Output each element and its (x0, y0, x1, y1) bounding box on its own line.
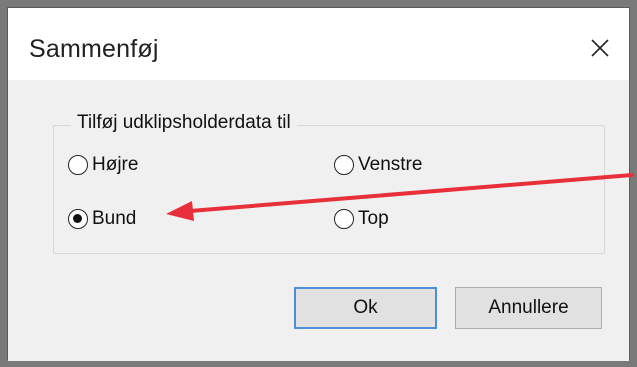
radio-venstre[interactable]: Venstre (334, 154, 422, 176)
group-label: Tilføj udklipsholderdata til (71, 112, 297, 134)
radio-circle-selected (68, 209, 88, 229)
radio-label-bund: Bund (92, 208, 137, 229)
close-button[interactable] (580, 28, 620, 68)
radio-hojre[interactable]: Højre (68, 154, 138, 176)
append-direction-group: Tilføj udklipsholderdata til Højre Venst… (53, 112, 605, 254)
ok-button[interactable]: Ok (294, 287, 437, 329)
dialog-body: Tilføj udklipsholderdata til Højre Venst… (8, 80, 629, 361)
radio-label-top: Top (358, 208, 389, 229)
radio-label-venstre: Venstre (358, 154, 423, 175)
radio-circle (334, 209, 354, 229)
radio-label-hojre: Højre (92, 154, 139, 175)
screenshot-frame: Sammenføj Tilføj udklipsholderdata til H… (0, 0, 637, 367)
dialog-title: Sammenføj (29, 35, 159, 63)
cancel-button[interactable]: Annullere (455, 287, 602, 329)
radio-bund[interactable]: Bund (68, 208, 136, 230)
merge-dialog: Sammenføj Tilføj udklipsholderdata til H… (7, 7, 630, 361)
radio-circle (334, 155, 354, 175)
radio-top[interactable]: Top (334, 208, 389, 230)
radio-circle (68, 155, 88, 175)
radio-selected-dot (73, 214, 82, 223)
close-icon (591, 39, 609, 57)
title-bar: Sammenføj (8, 8, 629, 80)
